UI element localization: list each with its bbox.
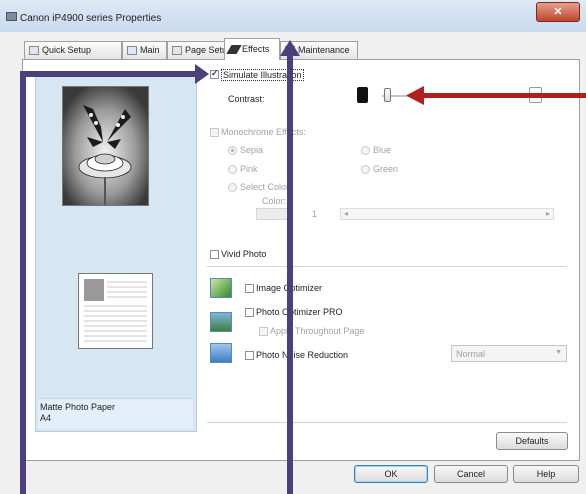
noise-reduction-select[interactable]: Normal ▼ (451, 345, 567, 362)
cancel-button[interactable]: Cancel (434, 465, 508, 483)
divider (207, 266, 567, 267)
apply-throughout-page-label: Apply Throughout Page (270, 326, 365, 336)
page-layout-preview (78, 273, 153, 349)
arrow-head-right-icon (195, 64, 209, 84)
close-button[interactable]: ✕ (536, 2, 580, 22)
color-label: Color: (262, 196, 287, 206)
color-swatch (256, 208, 290, 220)
radio-green-label: Green (373, 164, 399, 174)
arrow-head-up-icon (280, 40, 300, 56)
defaults-button[interactable]: Defaults (496, 432, 568, 450)
red-arrow-head-left-icon (406, 86, 424, 105)
noise-reduction-icon (210, 343, 232, 363)
tab-main[interactable]: Main (122, 41, 167, 59)
butterfly-flower-image (63, 87, 148, 205)
help-button[interactable]: Help (513, 465, 579, 483)
window-title: Canon iP4900 series Properties (20, 13, 162, 24)
radio-sepia-label: Sepia (240, 145, 264, 155)
divider-bottom (207, 422, 567, 423)
main-icon (127, 46, 137, 56)
red-arrow-shaft (420, 93, 586, 98)
contrast-label: Contrast: (228, 94, 265, 104)
paper-name: Matte Photo Paper (40, 402, 116, 412)
apply-throughout-page-checkbox[interactable] (259, 327, 268, 336)
radio-sepia[interactable] (228, 146, 237, 155)
noise-reduction-value: Normal (456, 349, 486, 359)
color-value: 1 (312, 209, 318, 219)
simulate-illustration-checkbox[interactable] (210, 68, 219, 79)
printer-icon (6, 12, 17, 21)
ok-button[interactable]: OK (354, 465, 428, 483)
photo-optimizer-icon (210, 312, 232, 332)
photo-optimizer-pro-label: Photo Optimizer PRO (256, 307, 343, 317)
contrast-low-icon (357, 87, 368, 103)
image-optimizer-icon (210, 278, 232, 298)
paper-size: A4 (40, 413, 52, 423)
monochrome-effects-checkbox[interactable] (210, 128, 219, 137)
photo-noise-reduction-checkbox[interactable] (245, 351, 254, 360)
radio-pink[interactable] (228, 165, 237, 174)
radio-select-color[interactable] (228, 183, 237, 192)
color-slider-left-icon: ◂ (344, 209, 349, 218)
radio-green[interactable] (361, 165, 370, 174)
vivid-photo-checkbox[interactable] (210, 250, 219, 259)
center-vertical-arrow (287, 52, 293, 494)
left-vertical-arrow (20, 72, 26, 494)
radio-blue-label: Blue (373, 145, 392, 155)
preview-photo (62, 86, 149, 206)
color-slider[interactable] (340, 208, 554, 220)
photo-optimizer-pro-checkbox[interactable] (245, 308, 254, 317)
radio-pink-label: Pink (240, 164, 258, 174)
radio-select-color-label: Select Color (240, 182, 290, 192)
page-thumbnail (84, 279, 147, 342)
chevron-down-icon: ▼ (555, 349, 562, 356)
contrast-slider-thumb[interactable] (384, 88, 391, 102)
left-horizontal-arrow (20, 71, 200, 77)
quick-setup-icon (29, 46, 39, 56)
color-slider-right-icon: ▸ (546, 209, 551, 218)
monochrome-effects-label: Monochrome Effects: (221, 127, 306, 137)
vivid-photo-label: Vivid Photo (221, 249, 267, 259)
tab-effects[interactable]: Effects (224, 38, 280, 60)
radio-blue[interactable] (361, 146, 370, 155)
tab-page-setup[interactable]: Page Setup (167, 41, 232, 59)
photo-noise-reduction-label: Photo Noise Reduction (256, 350, 349, 360)
page-setup-icon (172, 46, 182, 56)
tab-quick-setup[interactable]: Quick Setup (24, 41, 122, 59)
image-optimizer-checkbox[interactable] (245, 284, 254, 293)
brush-icon (226, 45, 242, 55)
